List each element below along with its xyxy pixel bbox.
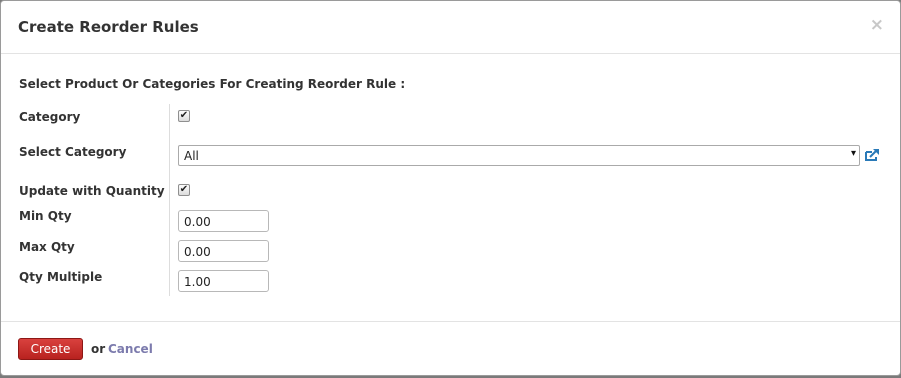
form-separator: [169, 104, 170, 296]
cancel-link[interactable]: Cancel: [108, 342, 153, 356]
category-checkbox[interactable]: ✔: [178, 110, 190, 122]
category-select-value: All: [184, 149, 199, 163]
chevron-down-icon: ▾: [850, 148, 856, 159]
update-with-quantity-label: Update with Quantity: [19, 184, 165, 198]
dialog-footer: Create or Cancel: [1, 321, 900, 375]
create-reorder-rules-dialog: Create Reorder Rules × Select Product Or…: [0, 0, 901, 376]
max-qty-value: 0.00: [184, 245, 211, 259]
dialog-header: Create Reorder Rules ×: [1, 1, 900, 54]
create-button[interactable]: Create: [18, 338, 83, 360]
qty-multiple-label: Qty Multiple: [19, 270, 103, 284]
max-qty-input[interactable]: 0.00: [178, 240, 269, 262]
min-qty-input[interactable]: 0.00: [178, 210, 269, 232]
or-text: or: [91, 342, 106, 356]
min-qty-value: 0.00: [184, 215, 211, 229]
max-qty-label: Max Qty: [19, 240, 75, 254]
category-label: Category: [19, 110, 81, 124]
external-link-icon[interactable]: [864, 148, 881, 162]
update-with-quantity-checkbox[interactable]: ✔: [178, 184, 190, 196]
select-category-label: Select Category: [19, 145, 127, 159]
qty-multiple-value: 1.00: [184, 275, 211, 289]
dialog-title: Create Reorder Rules: [18, 18, 199, 36]
form-intro-text: Select Product Or Categories For Creatin…: [19, 77, 406, 91]
close-icon[interactable]: ×: [870, 15, 884, 35]
category-select[interactable]: All ▾: [178, 145, 860, 166]
qty-multiple-input[interactable]: 1.00: [178, 270, 269, 292]
min-qty-label: Min Qty: [19, 209, 72, 223]
